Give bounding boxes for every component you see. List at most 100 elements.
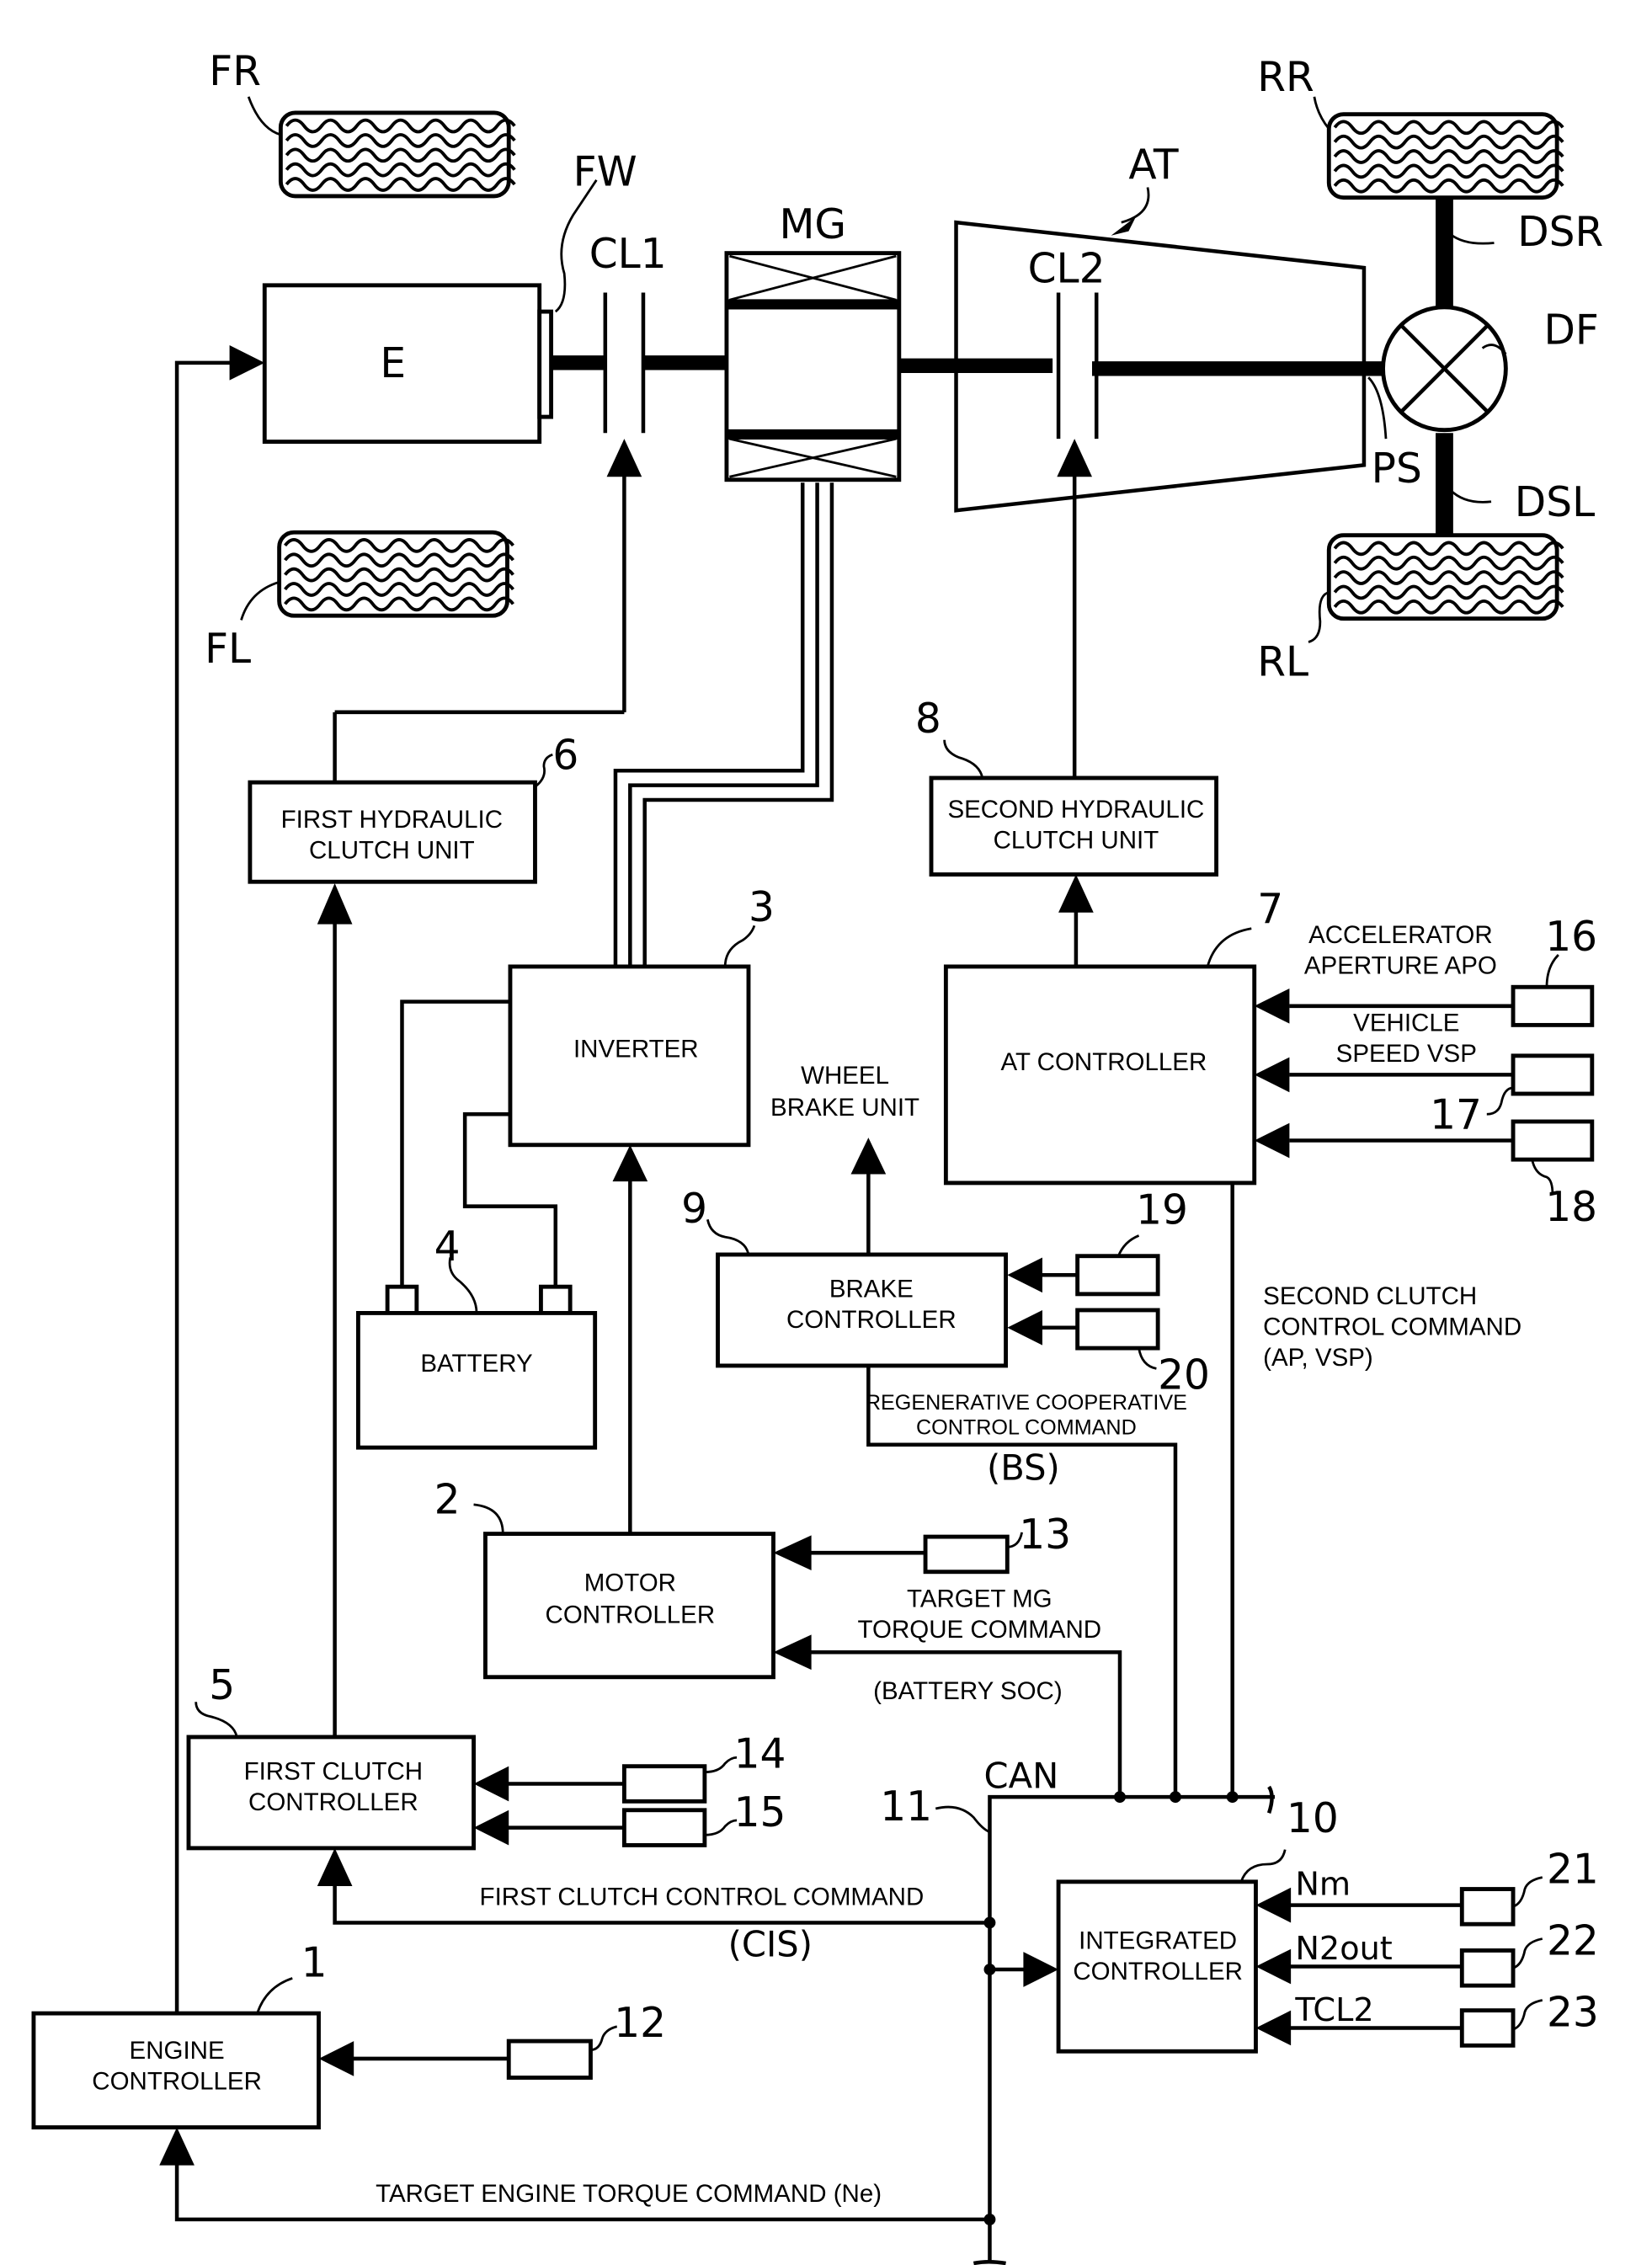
motor-generator: MG [724, 201, 902, 482]
svg-text:4: 4 [434, 1223, 461, 1271]
svg-text:MOTOR: MOTOR [584, 1569, 676, 1596]
rear-right-wheel-label: RR [1257, 54, 1314, 101]
n2out-label: N2out [1295, 1931, 1392, 1968]
svg-text:8: 8 [915, 695, 941, 743]
sensor-15 [621, 1808, 707, 1847]
motor-generator-label: MG [779, 201, 846, 248]
regen-cmd-line1: REGENERATIVE COOPERATIVE [866, 1391, 1187, 1415]
svg-text:7: 7 [1257, 886, 1283, 933]
rear-left-wheel: RL [1257, 533, 1564, 685]
engine: E [262, 283, 554, 445]
front-right-wheel-label: FR [209, 48, 261, 95]
transmission-label: AT [1128, 141, 1178, 189]
svg-text:2: 2 [434, 1476, 461, 1523]
wheel-brake-unit-line1: WHEEL [801, 1062, 889, 1090]
front-right-wheel: FR [209, 48, 517, 199]
sensor-16 [1511, 984, 1595, 1027]
svg-text:BATTERY: BATTERY [420, 1350, 533, 1378]
rear-right-wheel: RR [1257, 54, 1564, 200]
svg-text:16: 16 [1545, 914, 1597, 961]
svg-text:12: 12 [614, 2000, 666, 2047]
svg-text:10: 10 [1287, 1795, 1339, 1842]
svg-text:13: 13 [1019, 1511, 1071, 1559]
regen-cmd-line2: CONTROL COMMAND [916, 1416, 1137, 1440]
svg-text:INVERTER: INVERTER [573, 1036, 699, 1063]
svg-text:19: 19 [1136, 1187, 1188, 1234]
svg-text:23: 23 [1547, 1990, 1599, 2037]
sensor-14 [621, 1764, 707, 1804]
svg-text:CONTROLLER: CONTROLLER [546, 1601, 716, 1629]
propeller-shaft-label: PS [1372, 445, 1422, 493]
drive-shaft-left-label: DSL [1515, 479, 1595, 526]
svg-text:18: 18 [1545, 1184, 1597, 1231]
svg-text:5: 5 [209, 1662, 235, 1709]
svg-text:AT CONTROLLER: AT CONTROLLER [1000, 1048, 1207, 1076]
svg-text:FIRST CLUTCH: FIRST CLUTCH [244, 1757, 424, 1785]
vehicle-speed-label-2: SPEED VSP [1336, 1040, 1477, 1068]
svg-text:6: 6 [552, 733, 578, 780]
nm-label: Nm [1295, 1866, 1351, 1903]
sensor-13 [923, 1534, 1010, 1575]
svg-text:15: 15 [734, 1789, 786, 1836]
svg-text:CONTROLLER: CONTROLLER [1073, 1958, 1243, 1985]
differential [1381, 305, 1508, 433]
engine-label: E [380, 340, 406, 387]
inverter: INVERTER 3 [508, 884, 775, 1148]
svg-text:3: 3 [749, 884, 775, 931]
svg-text:BRAKE: BRAKE [829, 1275, 914, 1303]
sensor-12 [506, 2038, 593, 2080]
at-controller: AT CONTROLLER 7 [943, 886, 1283, 1186]
brake-controller: BRAKE CONTROLLER 9 [681, 1186, 1008, 1368]
svg-text:9: 9 [681, 1186, 707, 1233]
target-mg-label-1: TARGET MG [907, 1585, 1052, 1612]
first-clutch-cmd-label-2: (CIS) [728, 1923, 813, 1964]
engine-controller: ENGINE CONTROLLER 1 [31, 1940, 328, 2129]
differential-label: DF [1544, 306, 1599, 354]
tcl2-label: TCL2 [1294, 1992, 1373, 2029]
first-clutch-label: CL1 [589, 231, 667, 278]
sensor-22 [1459, 1948, 1516, 1988]
sensor-20 [1075, 1308, 1160, 1351]
battery: BATTERY 4 [355, 1223, 598, 1450]
accelerator-label-1: ACCELERATOR [1308, 921, 1493, 949]
second-clutch-cmd-line3: (AP, VSP) [1263, 1344, 1373, 1372]
svg-text:ENGINE: ENGINE [130, 2037, 225, 2065]
first-clutch-cmd-label: FIRST CLUTCH CONTROL COMMAND [480, 1884, 925, 1911]
svg-text:FIRST HYDRAULIC: FIRST HYDRAULIC [281, 806, 503, 834]
svg-text:14: 14 [734, 1730, 786, 1777]
can-label: CAN [984, 1756, 1059, 1797]
first-clutch: CL1 [589, 231, 667, 434]
svg-text:CONTROLLER: CONTROLLER [92, 2067, 262, 2095]
svg-text:CLUTCH UNIT: CLUTCH UNIT [994, 826, 1159, 854]
accelerator-label-2: APERTURE APO [1304, 952, 1497, 980]
automatic-transmission: CL2 AT [954, 141, 1367, 513]
sensor-18 [1511, 1119, 1595, 1162]
target-mg-label-2: TORQUE COMMAND [858, 1616, 1102, 1644]
motor-controller: MOTOR CONTROLLER 2 [434, 1476, 775, 1680]
svg-text:1: 1 [301, 1940, 328, 1987]
first-hydraulic-clutch-unit: FIRST HYDRAULIC CLUTCH UNIT 6 [248, 733, 578, 884]
second-clutch-label: CL2 [1028, 245, 1106, 292]
svg-text:CONTROLLER: CONTROLLER [248, 1788, 418, 1816]
sensor-23 [1459, 2008, 1516, 2048]
second-clutch-cmd-line2: CONTROL COMMAND [1263, 1313, 1521, 1340]
front-left-wheel: FL [205, 530, 515, 673]
svg-text:SECOND HYDRAULIC: SECOND HYDRAULIC [947, 796, 1204, 823]
svg-text:22: 22 [1547, 1918, 1599, 1965]
sensor-21 [1459, 1887, 1516, 1927]
svg-text:CLUTCH UNIT: CLUTCH UNIT [309, 836, 475, 864]
svg-text:CONTROLLER: CONTROLLER [786, 1306, 957, 1334]
battery-soc-label: (BATTERY SOC) [873, 1677, 1063, 1705]
target-engine-cmd-label: TARGET ENGINE TORQUE COMMAND (Ne) [376, 2180, 882, 2208]
svg-text:11: 11 [880, 1783, 932, 1831]
svg-text:21: 21 [1547, 1847, 1599, 1894]
svg-text:17: 17 [1430, 1092, 1482, 1139]
sensor-17 [1511, 1053, 1595, 1096]
sensor-19 [1075, 1254, 1160, 1297]
drive-shaft-right-label: DSR [1517, 209, 1603, 256]
hybrid-vehicle-system-diagram: FR FL RR RL DSR DF DSL E FW CL1 MG CL2 A… [31, 48, 1603, 2265]
rear-left-wheel-label: RL [1257, 638, 1308, 685]
wheel-brake-unit-line2: BRAKE UNIT [770, 1094, 919, 1122]
svg-text:INTEGRATED: INTEGRATED [1079, 1927, 1237, 1955]
vehicle-speed-label-1: VEHICLE [1353, 1009, 1459, 1037]
